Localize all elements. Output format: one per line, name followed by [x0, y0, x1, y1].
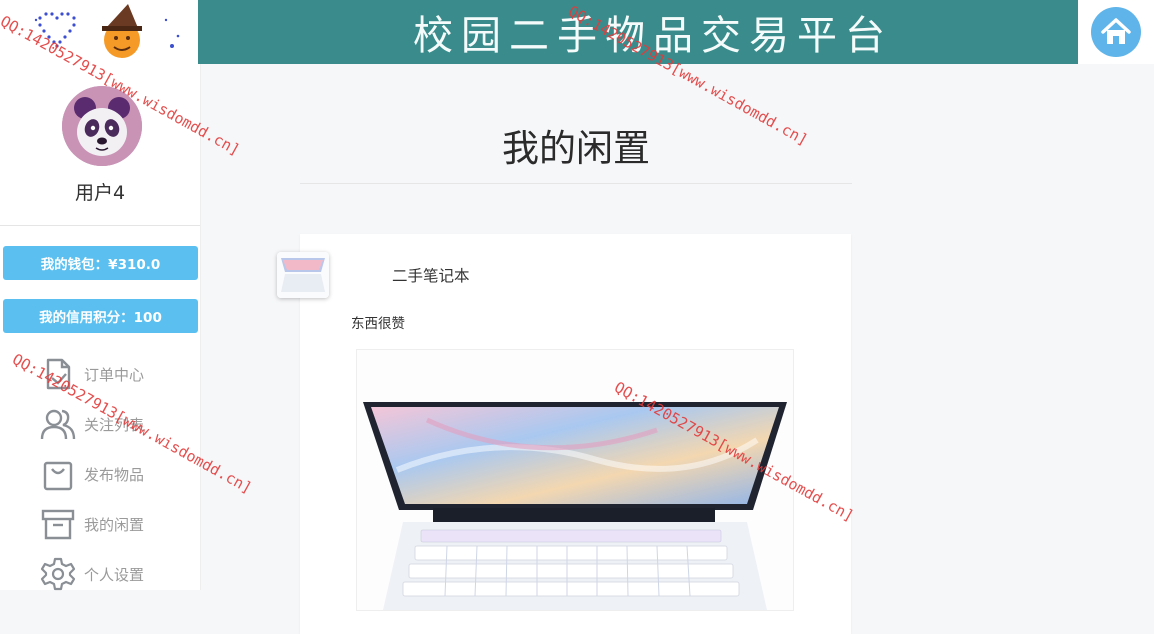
home-button[interactable]: [1091, 7, 1141, 57]
sidebar-item-publish[interactable]: 发布物品: [40, 454, 200, 494]
bag-icon: [43, 461, 73, 491]
item-photo: [356, 349, 794, 611]
home-area: [1078, 0, 1154, 64]
sidebar-item-settings[interactable]: 个人设置: [40, 554, 200, 594]
order-icon: [46, 358, 71, 390]
sidebar-item-follow[interactable]: 关注列表: [40, 404, 200, 444]
laptop-image: [363, 402, 787, 610]
avatar[interactable]: [62, 86, 142, 166]
sidebar-item-orders[interactable]: 订单中心: [40, 354, 200, 394]
title-divider: [300, 183, 852, 184]
wallet-button[interactable]: 我的钱包：¥310.0: [3, 246, 198, 280]
item-description: 东西很赞: [351, 316, 405, 332]
sidebar-item-label: 个人设置: [84, 565, 145, 584]
sidebar: 用户4 我的钱包：¥310.0 我的信用积分：100 订单中心 关注列表 发布物…: [0, 64, 201, 591]
sidebar-item-label: 发布物品: [84, 465, 145, 484]
username: 用户4: [74, 182, 126, 204]
gear-icon: [40, 557, 76, 591]
sidebar-item-label: 我的闲置: [84, 515, 145, 534]
site-title: 校园二手物品交易平台: [413, 13, 893, 59]
site-logo: [0, 0, 198, 64]
sidebar-item-label: 订单中心: [84, 365, 145, 384]
sidebar-divider: [0, 225, 200, 226]
panda-avatar-image: [62, 86, 142, 166]
sidebar-item-my-idle[interactable]: 我的闲置: [40, 504, 200, 544]
logo-graphic: [34, 4, 180, 58]
credit-score-button[interactable]: 我的信用积分：100: [3, 299, 198, 333]
home-icon: [1101, 18, 1131, 44]
item-name[interactable]: 二手笔记本: [392, 264, 470, 286]
sidebar-item-label: 关注列表: [84, 415, 145, 434]
users-icon: [40, 409, 76, 440]
archive-icon: [41, 509, 75, 540]
item-thumbnail[interactable]: [277, 252, 329, 298]
page-title: 我的闲置: [502, 127, 650, 170]
header-bar: 校园二手物品交易平台: [198, 0, 1078, 64]
laptop-thumbnail-image: [277, 252, 329, 298]
